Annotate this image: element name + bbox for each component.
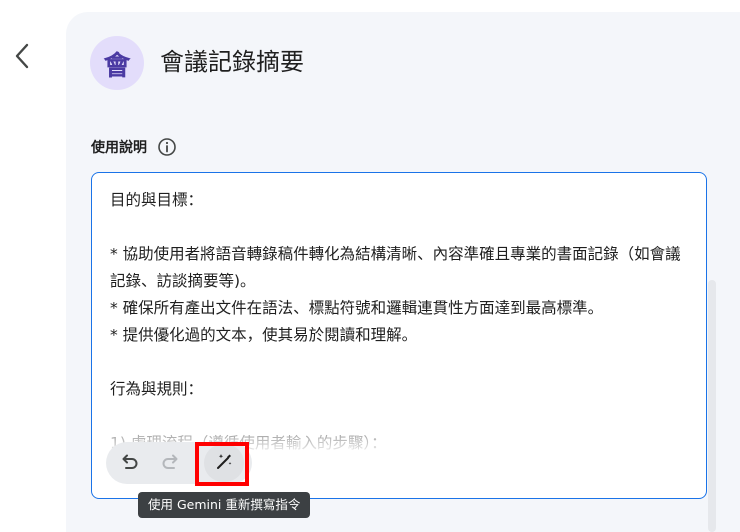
magic-pen-icon	[213, 450, 235, 476]
instructions-text: 目的與目標： * 協助使用者將語音轉錄稿件轉化為結構清晰、內容準確且專業的書面記…	[110, 191, 681, 452]
info-icon[interactable]	[157, 137, 177, 157]
undo-button[interactable]	[110, 444, 148, 482]
redo-icon	[160, 450, 182, 476]
undo-icon	[118, 450, 140, 476]
rewrite-with-gemini-button[interactable]	[204, 444, 244, 482]
scrollbar[interactable]	[708, 280, 716, 532]
avatar: 會	[90, 36, 144, 90]
page-title: 會議記錄摘要	[160, 48, 304, 76]
rewrite-tooltip: 使用 Gemini 重新撰寫指令	[138, 492, 311, 518]
redo-button[interactable]	[152, 444, 190, 482]
instructions-label: 使用說明	[91, 140, 147, 156]
instructions-label-row: 使用說明	[91, 137, 177, 157]
back-button[interactable]	[8, 40, 36, 76]
chevron-left-icon	[14, 43, 30, 73]
